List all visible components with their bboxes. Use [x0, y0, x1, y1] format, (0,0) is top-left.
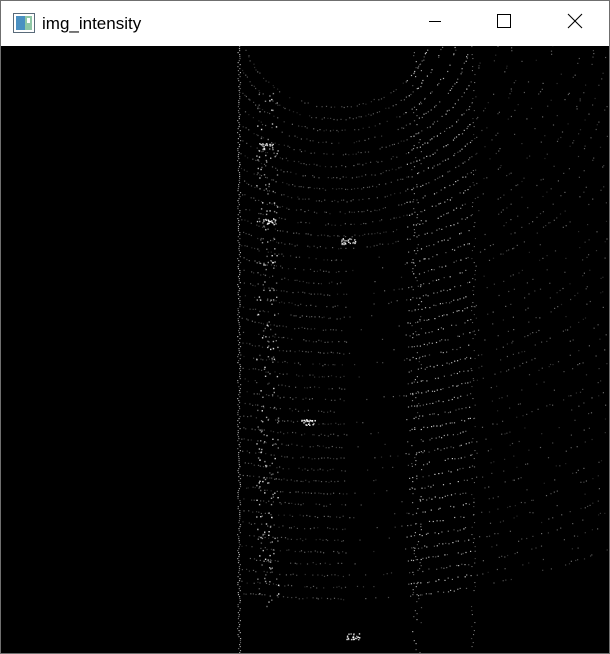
- intensity-image-canvas[interactable]: [1, 46, 609, 653]
- window-title: img_intensity: [42, 14, 142, 33]
- maximize-icon: [496, 13, 512, 34]
- title-bar[interactable]: img_intensity: [1, 1, 609, 46]
- minimize-button[interactable]: [412, 1, 458, 46]
- minimize-icon: [428, 14, 442, 33]
- app-icon: [13, 13, 35, 33]
- close-button[interactable]: [552, 1, 598, 46]
- lidar-intensity-image: [1, 46, 609, 653]
- app-window: img_intensity: [0, 0, 610, 654]
- close-icon: [567, 13, 583, 34]
- maximize-button[interactable]: [481, 1, 527, 46]
